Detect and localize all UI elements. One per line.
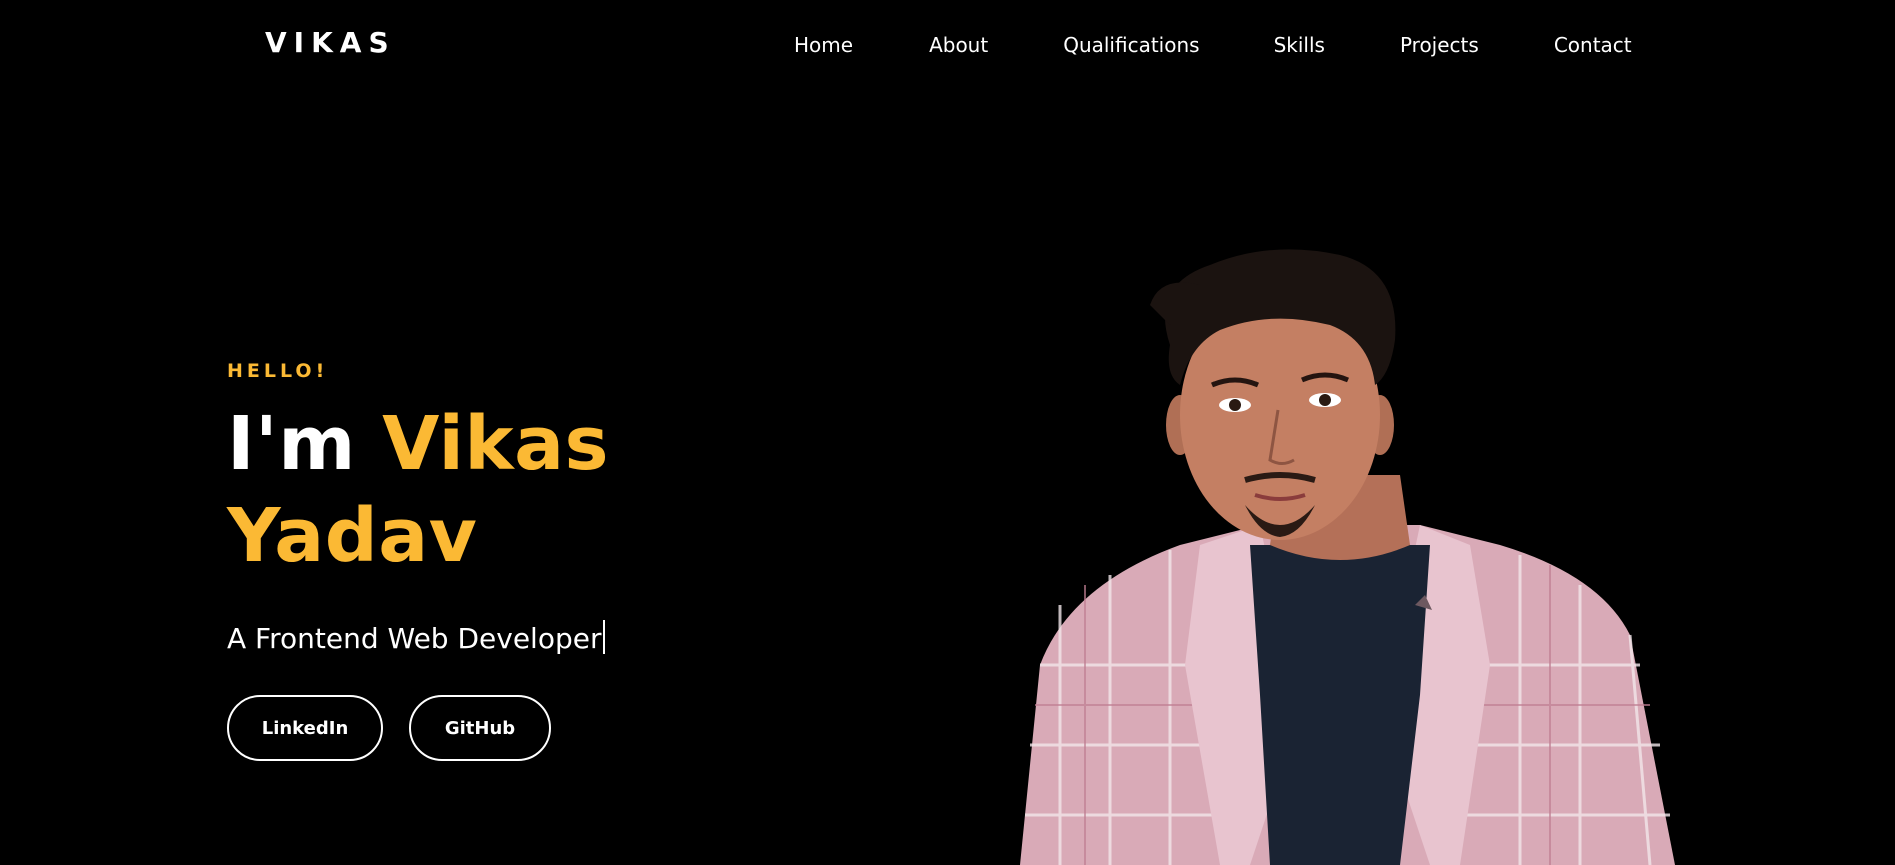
hero-name-last: Yadav [227, 493, 478, 579]
nav-skills[interactable]: Skills [1274, 31, 1325, 59]
nav-about[interactable]: About [929, 31, 988, 59]
hero-name-first: Vikas [382, 401, 610, 487]
portfolio-page: VIKAS Home About Qualifications Skills P… [0, 0, 1895, 865]
hero-subtitle: A Frontend Web Developer [227, 620, 609, 657]
nav-qualifications[interactable]: Qualifications [1063, 31, 1199, 59]
hero-greeting: HELLO! [227, 360, 329, 382]
main-nav: Home About Qualifications Skills Project… [794, 31, 1632, 59]
hero-name-prefix: I'm [227, 401, 356, 487]
hero-subtitle-text: A Frontend Web Developer [227, 622, 602, 655]
hero-intro: HELLO! I'm Vikas Yadav A Frontend Web De… [227, 358, 609, 761]
nav-contact[interactable]: Contact [1554, 31, 1632, 59]
nav-home[interactable]: Home [794, 31, 853, 59]
typing-cursor [603, 620, 606, 654]
profile-photo [1020, 249, 1675, 865]
linkedin-button[interactable]: LinkedIn [227, 695, 383, 761]
site-logo[interactable]: VIKAS [265, 26, 396, 59]
hero-buttons: LinkedIn GitHub [227, 695, 609, 761]
github-button[interactable]: GitHub [409, 695, 551, 761]
hero-name: I'm Vikas Yadav [227, 398, 609, 582]
nav-projects[interactable]: Projects [1400, 31, 1479, 59]
